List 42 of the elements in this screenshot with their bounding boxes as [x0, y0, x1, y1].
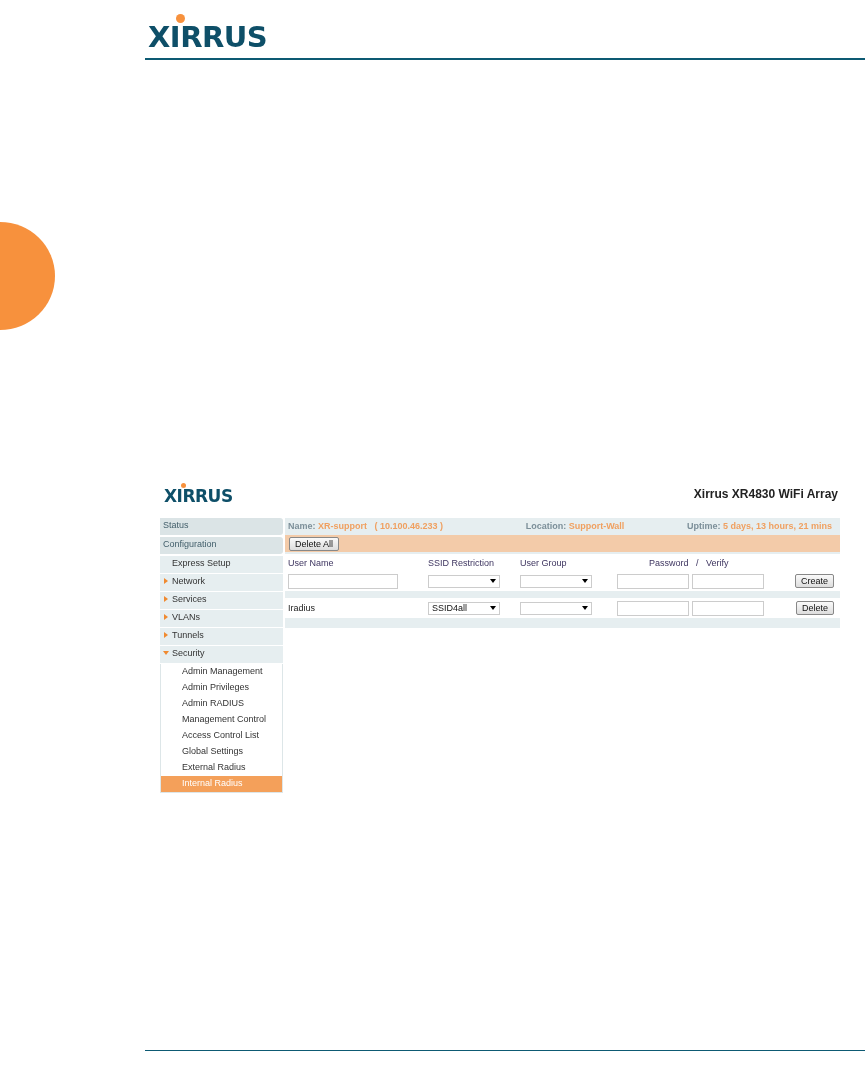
- sidebar-subitem[interactable]: Admin Privileges: [161, 680, 282, 696]
- user-group-dropdown[interactable]: [520, 601, 592, 615]
- sidebar-subitem[interactable]: Global Settings: [161, 744, 282, 760]
- user-name-cell-text: Iradius: [288, 603, 316, 613]
- password-field[interactable]: [617, 600, 689, 616]
- column-header: Password / Verify: [648, 557, 730, 568]
- user-group-dropdown[interactable]: [520, 574, 592, 588]
- verify-field[interactable]: [692, 573, 764, 589]
- sidebar-subitem[interactable]: Admin Management: [161, 664, 282, 680]
- sidebar-item[interactable]: Services: [160, 592, 283, 610]
- create-button[interactable]: Create: [795, 574, 834, 588]
- dropdown-caret-icon: [490, 579, 496, 583]
- sidebar-header[interactable]: Configuration: [160, 537, 283, 554]
- sidebar-item[interactable]: Tunnels: [160, 628, 283, 646]
- dropdown-caret-icon: [490, 606, 496, 610]
- delete-all-button[interactable]: Delete All: [289, 536, 340, 551]
- sidebar-subitem[interactable]: Admin RADIUS: [161, 696, 282, 712]
- info-field: Uptime: 5 days, 13 hours, 21 mins: [686, 520, 832, 531]
- sidebar-subitem[interactable]: Access Control List: [161, 728, 282, 744]
- sidebar-subitem[interactable]: External Radius: [161, 760, 282, 776]
- delete-button[interactable]: Delete: [796, 601, 834, 615]
- dropdown-caret-icon: [582, 606, 588, 610]
- ssid-dropdown[interactable]: [428, 574, 500, 588]
- password-field[interactable]: [617, 573, 689, 589]
- sidebar-item[interactable]: Express Setup: [160, 556, 283, 574]
- sidebar-item[interactable]: Network: [160, 574, 283, 592]
- info-field: Location: Support-Wall: [525, 520, 625, 531]
- info-field: Name: XR-support ( 10.100.46.233 ): [288, 520, 444, 531]
- column-header: User Group: [520, 557, 568, 568]
- sidebar-item[interactable]: Security: [160, 646, 283, 664]
- logo: XIRRUS: [164, 483, 233, 505]
- verify-field[interactable]: [692, 600, 764, 616]
- user-name-field[interactable]: [288, 573, 398, 589]
- sidebar-item[interactable]: VLANs: [160, 610, 283, 628]
- logo: XIRRUS: [148, 14, 268, 52]
- sidebar-header[interactable]: Status: [160, 518, 283, 535]
- column-header: User Name: [288, 557, 335, 568]
- product-title: Xirrus XR4830 WiFi Array: [693, 487, 838, 501]
- sidebar-subitem[interactable]: Management Control: [161, 712, 282, 728]
- ssid-dropdown[interactable]: SSID4all: [428, 601, 500, 615]
- column-header: SSID Restriction: [428, 557, 496, 568]
- dropdown-caret-icon: [582, 579, 588, 583]
